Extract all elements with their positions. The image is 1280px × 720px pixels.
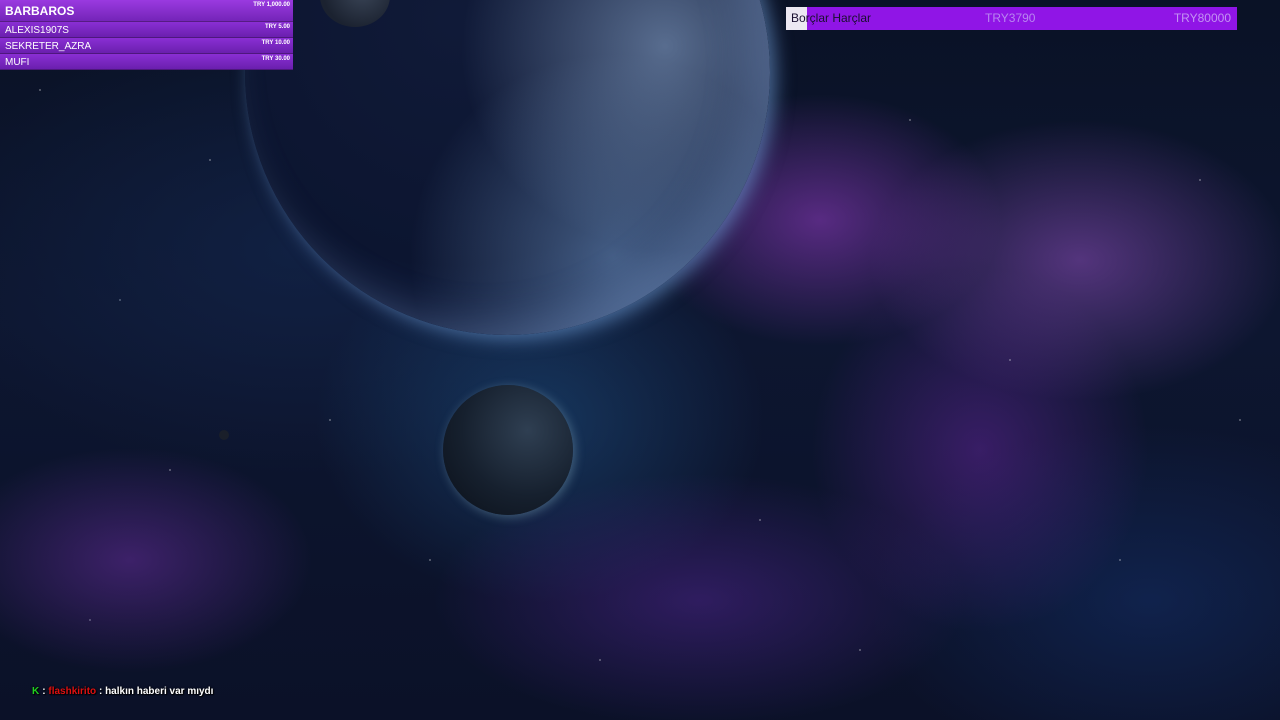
leaderboard-row: MUFI TRY 30.00 [0,54,293,70]
donor-amount: TRY 30.00 [261,56,290,62]
tiny-moon [219,430,229,440]
donor-amount: TRY 10.00 [261,40,290,46]
kick-icon: K [32,686,40,697]
goal-target-amount: TRY80000 [1173,11,1231,25]
donor-amount: TRY 1,000.00 [253,2,290,8]
donor-name: SEKRETER_AZRA [5,41,92,52]
chat-separator: : [98,686,103,697]
donor-name: BARBAROS [5,4,75,18]
donor-name: ALEXIS1907S [5,25,69,36]
leaderboard-row: ALEXIS1907S TRY 5.00 [0,22,293,38]
goal-current-amount: TRY3790 [985,11,1036,25]
donor-amount: TRY 5.00 [264,24,290,30]
donation-goal-bar: Borçlar Harçlar TRY3790 TRY80000 [786,7,1237,30]
chat-username: flashkirito [48,686,97,697]
chat-text: halkın haberi var mıydı [105,686,214,697]
stream-overlay: BARBAROS TRY 1,000.00 ALEXIS1907S TRY 5.… [0,0,1280,720]
chat-message: K: flashkirito : halkın haberi var mıydı [32,686,213,697]
medium-planet [443,385,573,515]
chat-separator: : [42,686,46,697]
donor-name: MUFI [5,57,30,68]
donation-leaderboard: BARBAROS TRY 1,000.00 ALEXIS1907S TRY 5.… [0,0,293,70]
leaderboard-top-donor: BARBAROS TRY 1,000.00 [0,0,293,22]
goal-title: Borçlar Harçlar [791,11,872,25]
leaderboard-row: SEKRETER_AZRA TRY 10.00 [0,38,293,54]
